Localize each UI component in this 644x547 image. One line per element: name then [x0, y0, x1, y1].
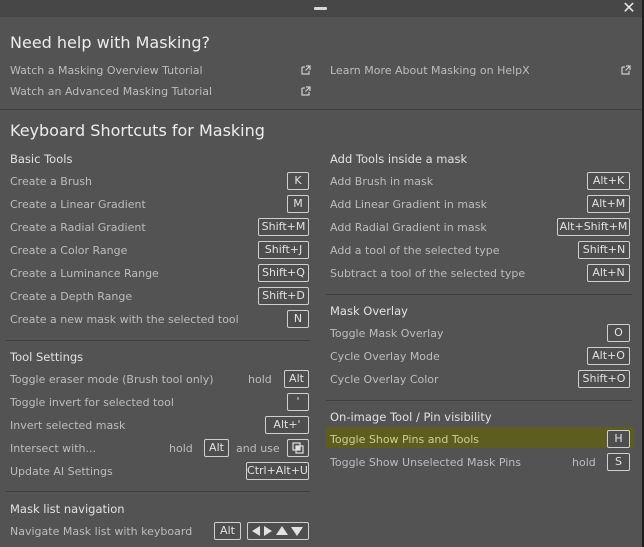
shortcut-key: Shift+J	[258, 241, 309, 259]
shortcut-label: Create a Luminance Range	[10, 267, 159, 280]
shortcut-label: Add Brush in mask	[330, 175, 434, 188]
shortcut-key: Alt	[214, 522, 241, 540]
shortcut-label: Toggle Show Unselected Mask Pins	[330, 456, 521, 469]
hold-modifier: hold	[248, 373, 272, 386]
link-advanced-masking-tutorial[interactable]: Watch an Advanced Masking Tutorial	[10, 84, 212, 99]
external-link-icon[interactable]	[301, 86, 311, 96]
shortcut-key: '	[287, 393, 309, 411]
shortcut-label: Create a Brush	[10, 175, 93, 188]
section-title-add-tools: Add Tools inside a mask	[330, 152, 468, 166]
drag-handle-icon[interactable]	[314, 7, 327, 10]
and-use-text: and use	[236, 442, 280, 455]
shortcut-label: Intersect with...	[10, 442, 97, 455]
arrow-keys	[247, 522, 309, 540]
help-title: Need help with Masking?	[10, 33, 211, 52]
section-title-tool-settings: Tool Settings	[10, 350, 84, 364]
shortcut-key: O	[607, 324, 630, 342]
shortcut-key: Shift+D	[258, 287, 309, 305]
shortcut-label: Add a tool of the selected type	[330, 244, 500, 257]
shortcut-key: Alt	[204, 439, 229, 457]
link-masking-overview-tutorial[interactable]: Watch a Masking Overview Tutorial	[10, 63, 203, 78]
section-title-mask-overlay: Mask Overlay	[330, 304, 408, 318]
shortcut-key: Alt+N	[587, 264, 630, 282]
shortcut-label: Cycle Overlay Mode	[330, 350, 440, 363]
shortcut-label: Create a Radial Gradient	[10, 221, 146, 234]
shortcut-key: Shift+Q	[258, 264, 309, 282]
shortcut-key: K	[287, 172, 309, 190]
link-learn-more-helpx[interactable]: Learn More About Masking on HelpX	[330, 63, 530, 78]
shortcut-label: Cycle Overlay Color	[330, 373, 439, 386]
close-icon: ✕	[622, 0, 636, 17]
shortcut-label: Create a Linear Gradient	[10, 198, 146, 211]
shortcut-label: Create a Depth Range	[10, 290, 133, 303]
shortcut-label: Invert selected mask	[10, 419, 126, 432]
shortcut-key: Alt+O	[587, 347, 630, 365]
shortcut-label: Add Radial Gradient in mask	[330, 221, 487, 234]
external-link-icon[interactable]	[621, 65, 631, 75]
shortcut-label: Toggle Show Pins and Tools	[330, 433, 479, 446]
shortcut-label: Toggle Mask Overlay	[330, 327, 444, 340]
shortcut-key: Alt+'	[265, 416, 309, 434]
shortcut-label: Add Linear Gradient in mask	[330, 198, 487, 211]
shortcuts-title: Keyboard Shortcuts for Masking	[10, 121, 265, 140]
divider	[326, 400, 632, 401]
section-title-mask-list: Mask list navigation	[10, 502, 125, 516]
intersect-key	[287, 439, 309, 457]
intersect-icon	[292, 442, 304, 454]
close-button[interactable]: ✕	[621, 0, 637, 16]
panel-title-bar[interactable]: ✕	[0, 0, 642, 17]
shortcut-key: Ctrl+Alt+U	[246, 462, 309, 480]
divider	[6, 491, 310, 492]
hold-modifier: hold	[572, 456, 596, 469]
shortcut-key: Shift+M	[258, 218, 309, 236]
shortcut-label: Toggle invert for selected tool	[10, 396, 174, 409]
shortcut-key: Shift+N	[578, 241, 630, 259]
shortcut-key: N	[287, 310, 309, 328]
shortcut-label: Toggle eraser mode (Brush tool only)	[10, 373, 214, 386]
shortcut-key: M	[287, 195, 309, 213]
external-link-icon[interactable]	[301, 65, 311, 75]
shortcut-key: Alt+K	[587, 172, 630, 190]
shortcut-label: Navigate Mask list with keyboard	[10, 525, 193, 538]
divider	[326, 294, 632, 295]
arrow-keys-icon	[252, 526, 303, 536]
shortcut-key: Shift+O	[578, 370, 630, 388]
section-title-basic-tools: Basic Tools	[10, 152, 73, 166]
hold-modifier: hold	[169, 442, 193, 455]
shortcut-key: S	[607, 453, 630, 471]
divider	[0, 109, 642, 110]
shortcut-key: Alt+M	[587, 195, 630, 213]
shortcut-label: Create a Color Range	[10, 244, 128, 257]
divider	[6, 340, 310, 341]
section-title-pin-visibility: On-image Tool / Pin visibility	[330, 410, 492, 424]
masking-help-panel: ✕ Need help with Masking? Watch a Maskin…	[0, 0, 642, 547]
shortcut-key: H	[607, 430, 630, 448]
shortcut-key: Alt	[284, 370, 309, 388]
shortcut-key: Alt+Shift+M	[557, 218, 630, 236]
shortcut-label: Create a new mask with the selected tool	[10, 313, 239, 326]
shortcut-label: Update AI Settings	[10, 465, 113, 478]
shortcut-label: Subtract a tool of the selected type	[330, 267, 526, 280]
